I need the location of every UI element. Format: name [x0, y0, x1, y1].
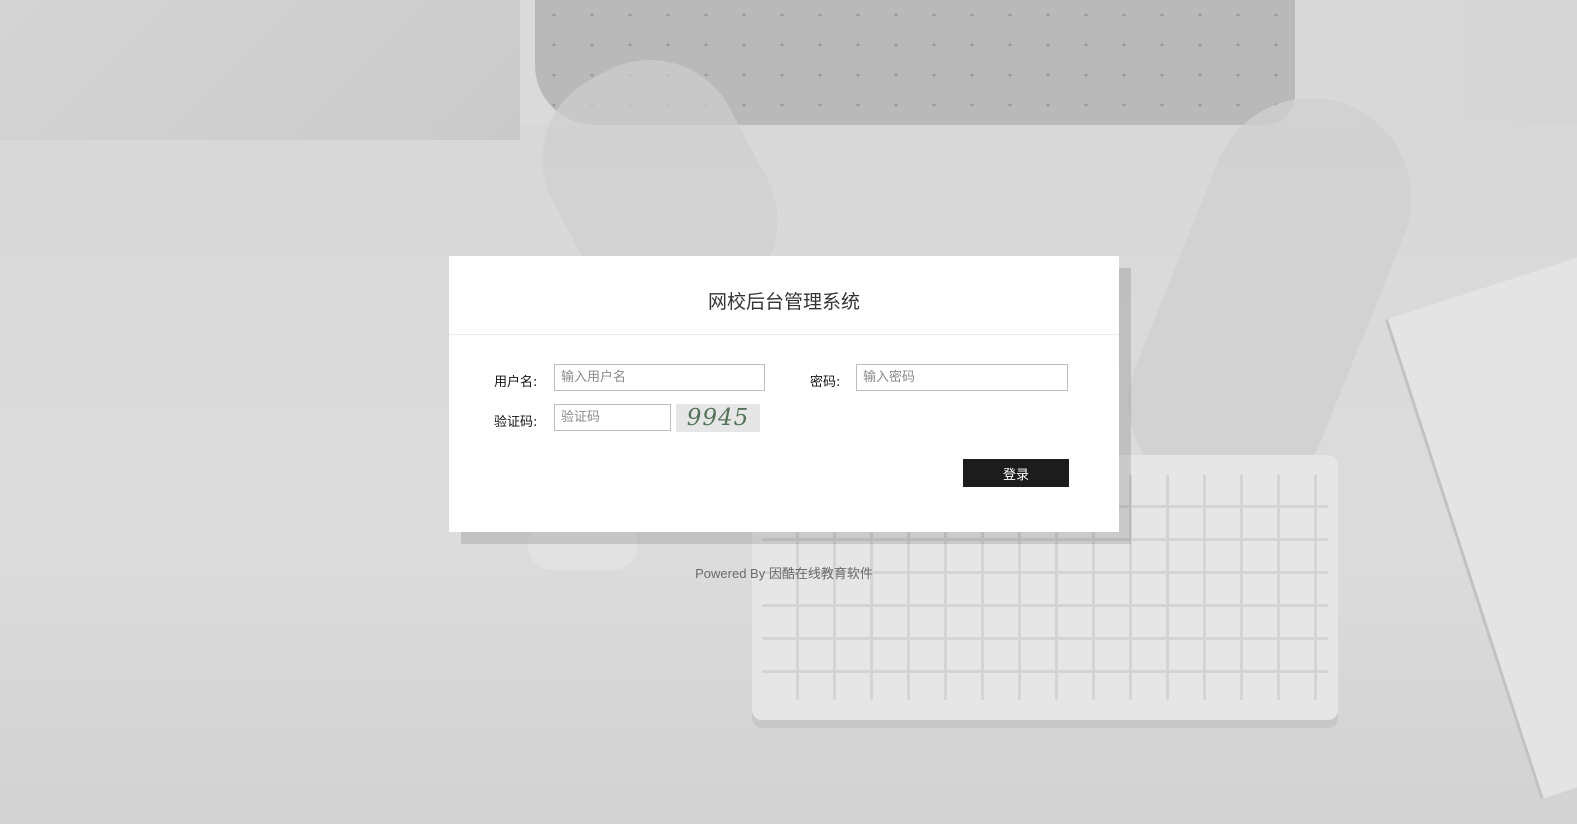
password-label: 密码:: [810, 375, 841, 390]
password-input[interactable]: [856, 364, 1068, 391]
captcha-input[interactable]: [554, 404, 671, 431]
monitor-shape: [0, 0, 520, 140]
captcha-label: 验证码:: [494, 415, 538, 430]
login-title: 网校后台管理系统: [449, 256, 1119, 335]
captcha-image[interactable]: 9945: [676, 404, 760, 432]
login-card: 网校后台管理系统 用户名: 密码: 验证码: 9945 登录: [449, 256, 1119, 532]
powered-by-footer: Powered By 因酷在线教育软件: [695, 566, 873, 581]
username-input[interactable]: [554, 364, 765, 391]
username-label: 用户名:: [494, 375, 538, 390]
login-button[interactable]: 登录: [963, 459, 1069, 487]
